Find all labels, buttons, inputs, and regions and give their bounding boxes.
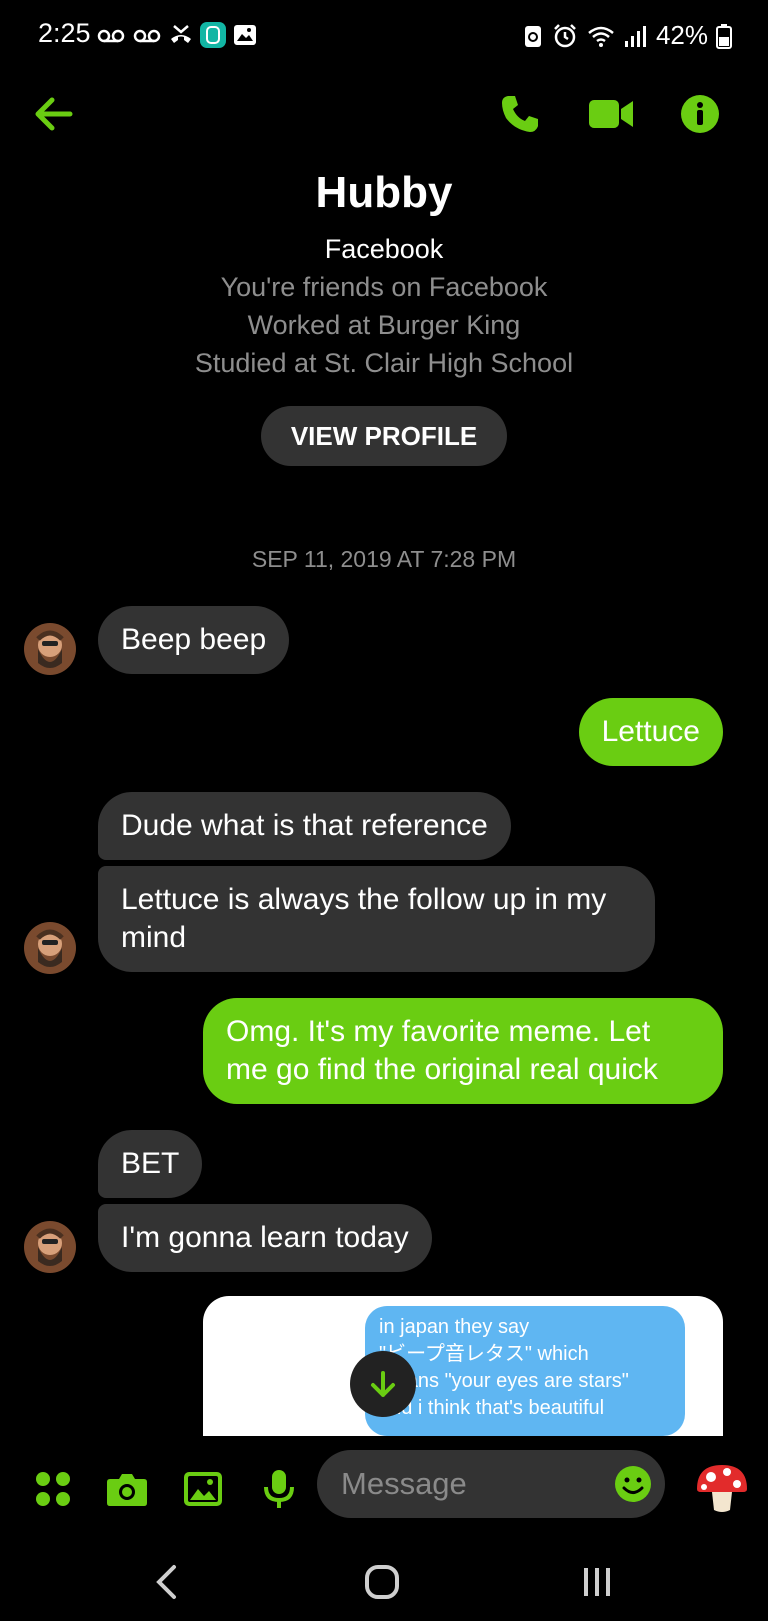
contact-info-line: Studied at St. Clair High School: [194, 348, 574, 378]
nav-home-button[interactable]: [352, 1560, 412, 1604]
avatar[interactable]: [24, 623, 76, 675]
avatar[interactable]: [24, 1221, 76, 1273]
nav-recents-button[interactable]: [567, 1560, 627, 1604]
contact-info-line: Worked at Burger King: [247, 310, 521, 340]
message-bubble-incoming[interactable]: Dude what is that reference: [98, 792, 511, 860]
message-bubble-outgoing[interactable]: Lettuce: [578, 698, 723, 766]
message-field[interactable]: [317, 1450, 665, 1518]
arrow-down-icon: [371, 1371, 395, 1397]
meme-text-line: in japan they say: [379, 1316, 530, 1338]
signal-icon: [624, 25, 646, 47]
microphone-icon: [264, 1470, 294, 1508]
battery-icon: [716, 23, 732, 49]
recents-icon: [584, 1568, 610, 1596]
four-dots-icon: [36, 1472, 70, 1506]
battery-percent: 42%: [655, 20, 708, 50]
info-button[interactable]: [674, 88, 726, 140]
phone-icon: [502, 96, 538, 132]
video-call-button[interactable]: [585, 88, 637, 140]
home-icon: [365, 1565, 399, 1599]
camera-button[interactable]: [104, 1466, 150, 1512]
app-notification-icon: [200, 22, 226, 48]
quick-reaction-button[interactable]: [692, 1458, 752, 1518]
view-profile-button[interactable]: VIEW PROFILE: [261, 406, 507, 466]
back-arrow-icon: [35, 97, 73, 131]
conversation-timestamp: SEP 11, 2019 AT 7:28 PM: [251, 546, 517, 572]
voicemail-icon: [133, 29, 161, 43]
contact-name: Hubby: [315, 168, 453, 217]
camera-icon: [107, 1474, 147, 1506]
voice-message-button[interactable]: [256, 1466, 302, 1512]
message-input[interactable]: [339, 1465, 603, 1503]
contact-info-line: You're friends on Facebook: [220, 272, 548, 302]
video-camera-icon: [589, 100, 633, 128]
back-button[interactable]: [28, 88, 80, 140]
scroll-to-bottom-button[interactable]: [350, 1351, 416, 1417]
gallery-button[interactable]: [180, 1466, 226, 1512]
emoji-icon[interactable]: [613, 1464, 653, 1504]
avatar[interactable]: [24, 922, 76, 974]
info-icon: [681, 95, 719, 133]
wifi-icon: [588, 26, 614, 47]
more-actions-button[interactable]: [30, 1466, 76, 1512]
message-bubble-outgoing[interactable]: Omg. It's my favorite meme. Let me go fi…: [203, 998, 723, 1104]
meme-text-line: means "your eyes are stars": [379, 1370, 629, 1392]
voicemail-icon: [97, 29, 125, 43]
chevron-left-icon: [156, 1565, 176, 1599]
alarm-icon: [554, 23, 576, 47]
status-right-icons: 42%: [522, 20, 732, 51]
image-message[interactable]: in japan they say "ビープ音レタス" which means …: [203, 1296, 723, 1436]
status-time: 2:25: [38, 18, 91, 48]
message-bubble-incoming[interactable]: Beep beep: [98, 606, 290, 674]
contact-platform: Facebook: [324, 234, 444, 264]
missed-call-icon: [171, 25, 191, 43]
message-bubble-incoming[interactable]: I'm gonna learn today: [98, 1204, 432, 1272]
audio-call-button[interactable]: [494, 88, 546, 140]
meme-text-line: and i think that's beautiful: [379, 1397, 605, 1419]
meme-text-line: "ビープ音レタス" which: [379, 1343, 589, 1365]
nav-back-button[interactable]: [136, 1560, 196, 1604]
message-bubble-incoming[interactable]: Lettuce is always the follow up in my mi…: [98, 866, 655, 972]
image-icon: [184, 1472, 222, 1506]
gallery-icon: [234, 25, 256, 45]
mushroom-icon: [697, 1465, 747, 1512]
status-bar: 2:25 42%: [0, 0, 768, 72]
message-bubble-incoming[interactable]: BET: [98, 1130, 203, 1198]
battery-saver-icon: [524, 25, 541, 47]
status-left-icons: [96, 22, 258, 48]
